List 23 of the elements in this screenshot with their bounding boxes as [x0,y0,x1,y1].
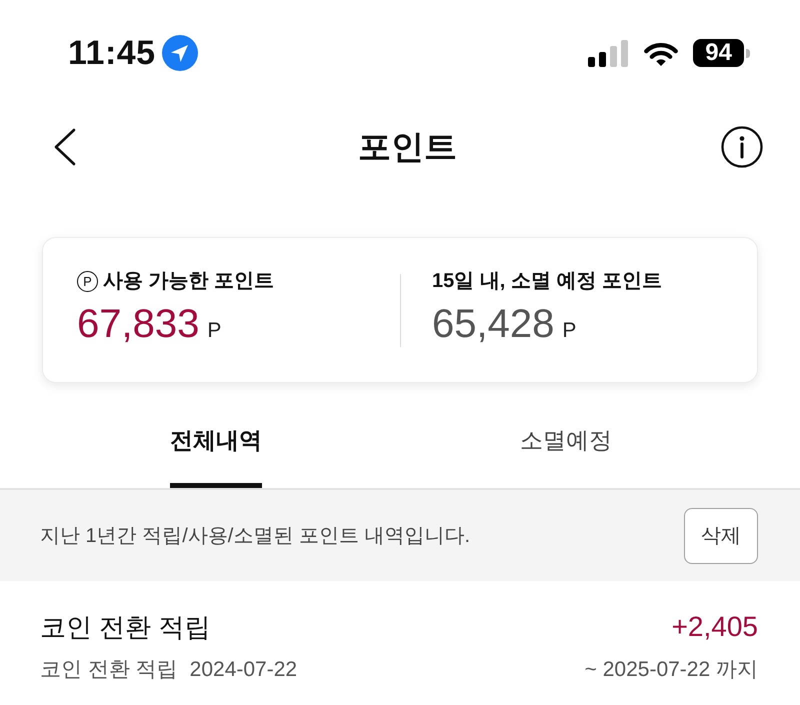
history-date: 2024-07-22 [190,657,298,683]
notice-text: 지난 1년간 적립/사용/소멸된 포인트 내역입니다. [40,524,470,549]
tab[interactable]: 소멸예정 [520,410,612,488]
status-time: 11:45 [68,34,156,72]
chevron-left-icon [52,128,78,166]
history-title: 코인 전환 적립 [40,611,210,644]
points-unit: P [207,319,222,343]
history-amount: +2,405 [672,610,758,644]
point-symbol: P [77,270,98,292]
points-unit: P [562,319,576,343]
history-description: 코인 전환 적립 [40,657,178,683]
history-expiry: ~ 2025-07-22 까지 [584,657,758,683]
delete-button[interactable]: 삭제 [684,508,758,564]
points-value: 65,428 [432,302,554,346]
signal-icon [588,40,628,66]
info-icon [721,126,763,168]
battery-indicator: 94 [693,39,750,67]
info-button[interactable] [721,126,763,168]
page-title: 포인트 [358,127,457,167]
summary-label: 15일 내, 소멸 예정 포인트 [432,269,662,294]
summary-label: 사용 가능한 포인트 [103,269,274,294]
back-button[interactable] [52,128,78,166]
points-value: 67,833 [77,302,200,346]
